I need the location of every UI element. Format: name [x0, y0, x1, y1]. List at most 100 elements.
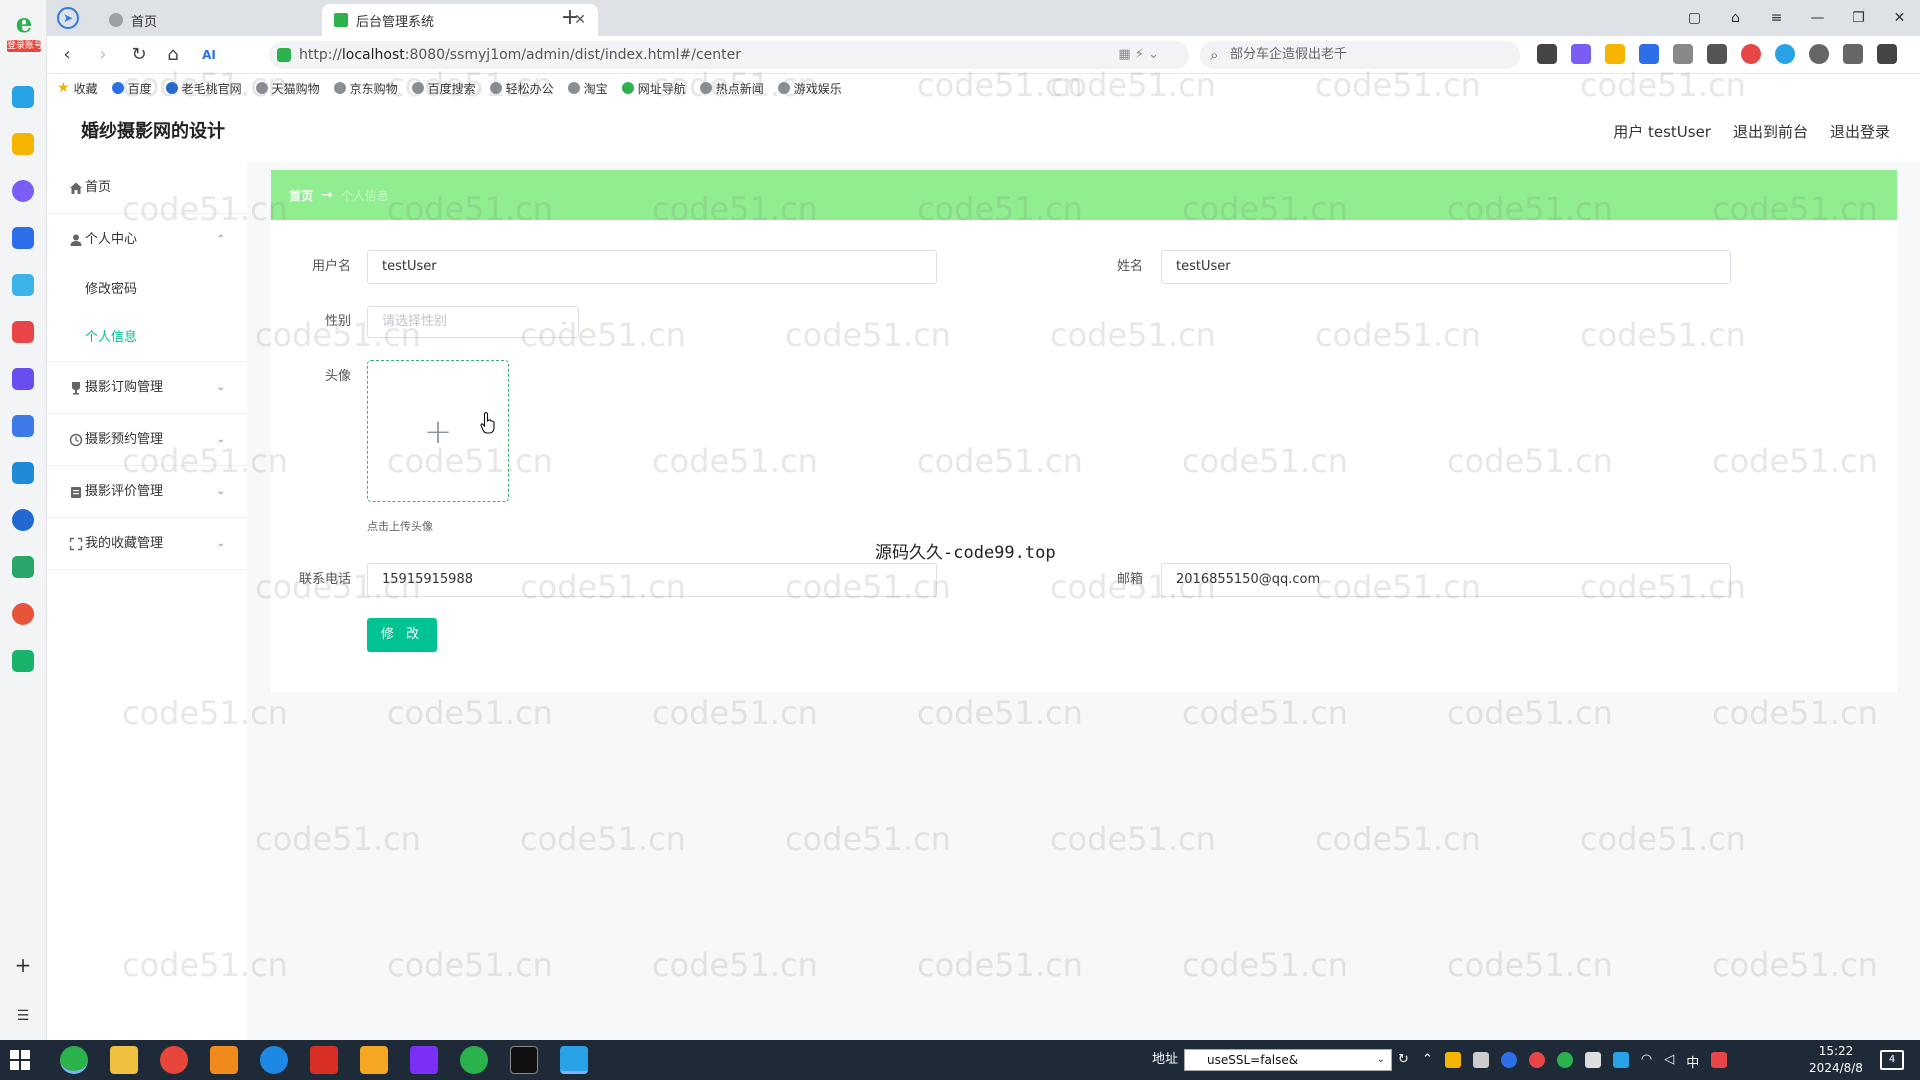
grid-icon[interactable] [1707, 44, 1727, 64]
sidebar-subitem-change-password[interactable]: 修改密码 [47, 266, 247, 314]
navicat-icon[interactable] [360, 1046, 388, 1074]
rail-add-icon[interactable]: + [12, 954, 34, 976]
browser-app-icon[interactable] [60, 1046, 88, 1074]
rail-chat-icon[interactable] [12, 509, 34, 531]
address-bar[interactable]: http://localhost:8080/ssmyj1om/admin/dis… [269, 41, 1189, 69]
chevron-up-icon[interactable]: ⌃ [1422, 1052, 1433, 1068]
bookmark-favorites[interactable]: ★ 收藏 [57, 80, 98, 97]
submit-button[interactable]: 修 改 [367, 618, 437, 652]
rail-ai-icon[interactable] [12, 180, 34, 202]
rail-favorites-icon[interactable] [12, 133, 34, 155]
sublime-icon[interactable] [210, 1046, 238, 1074]
main-menu-icon[interactable] [1877, 44, 1897, 64]
edge-icon[interactable] [260, 1046, 288, 1074]
login-account-tag[interactable]: 登录账号 [7, 40, 41, 52]
username-input[interactable]: testUser [367, 250, 937, 284]
bookmark-taobao[interactable]: 淘宝 [567, 80, 608, 97]
color-ring-icon[interactable] [1741, 44, 1761, 64]
sync-icon[interactable] [1775, 44, 1795, 64]
rail-game-icon[interactable] [12, 556, 34, 578]
shield-ext-icon[interactable] [1605, 44, 1625, 64]
sogou-input-icon[interactable] [1711, 1052, 1728, 1068]
bookmark-laomaotao[interactable]: 老毛桃官网 [165, 80, 242, 97]
restore-button[interactable]: ❐ [1838, 0, 1879, 36]
undo-icon[interactable] [1843, 44, 1863, 64]
bookmark-baidu[interactable]: 百度 [111, 80, 152, 97]
tray-security-icon[interactable] [1500, 1052, 1517, 1068]
browser-logo-icon[interactable]: e 登录账号 [7, 10, 41, 56]
volume-icon[interactable]: ◁ [1664, 1052, 1674, 1068]
rail-notes-icon[interactable] [12, 415, 34, 437]
file-explorer-icon[interactable] [110, 1046, 138, 1074]
exit-to-front-link[interactable]: 退出到前台 [1733, 102, 1808, 162]
navigation-compass-icon[interactable]: ➤ [57, 7, 79, 29]
sidebar-item-home[interactable]: 首页 [47, 162, 247, 214]
reload-icon[interactable]: ↻ [127, 44, 151, 66]
breadcrumb-home[interactable]: 首页 [289, 187, 313, 204]
brightness-icon[interactable] [1809, 44, 1829, 64]
bookmark-news[interactable]: 热点新闻 [699, 80, 764, 97]
close-window-button[interactable]: ✕ [1879, 0, 1920, 36]
rail-doc-icon[interactable] [12, 462, 34, 484]
bookmark-games[interactable]: 游戏娱乐 [777, 80, 842, 97]
rail-app-icon[interactable] [12, 86, 34, 108]
phone-input[interactable]: 15915915988 [367, 563, 937, 597]
wechat-icon[interactable] [460, 1046, 488, 1074]
rail-weibo-icon[interactable] [12, 603, 34, 625]
taskbar-clock[interactable]: 15:22 2024/8/8 [1800, 1043, 1872, 1077]
pin-icon[interactable]: ⌂ [1715, 0, 1756, 36]
sidebar-item-booking-mgmt[interactable]: 摄影预约管理 ⌄ [47, 414, 247, 466]
tray-wechat-icon[interactable] [1556, 1052, 1573, 1068]
search-box[interactable]: ⌕ 部分车企造假出老千 [1200, 41, 1520, 69]
sidebar-item-favorite-mgmt[interactable]: 我的收藏管理 ⌄ [47, 518, 247, 570]
forward-icon[interactable]: › [91, 44, 115, 66]
tray-app-icon[interactable] [1528, 1052, 1545, 1068]
ai-assistant-icon[interactable]: AI [197, 44, 221, 66]
bookmark-jd[interactable]: 京东购物 [333, 80, 398, 97]
rail-video-icon[interactable] [12, 368, 34, 390]
rail-image-icon[interactable] [12, 274, 34, 296]
sidebar-subitem-personal-info[interactable]: 个人信息 [47, 314, 247, 362]
rail-mail-icon[interactable] [12, 650, 34, 672]
avatar-uploader[interactable]: + [367, 360, 509, 502]
bookmark-office[interactable]: 轻松办公 [489, 80, 554, 97]
minimize-button[interactable]: — [1797, 0, 1838, 36]
rail-pdf-icon[interactable] [12, 321, 34, 343]
email-input[interactable]: 2016855150@qq.com [1161, 563, 1731, 597]
wps-icon[interactable] [310, 1046, 338, 1074]
sidebar-item-review-mgmt[interactable]: 摄影评价管理 ⌄ [47, 466, 247, 518]
url-text[interactable]: http://localhost:8080/ssmyj1om/admin/dis… [299, 41, 741, 69]
tray-app-icon[interactable] [1612, 1052, 1629, 1068]
logout-link[interactable]: 退出登录 [1830, 102, 1890, 162]
terminal-icon[interactable] [510, 1046, 538, 1074]
windows-start-icon[interactable] [10, 1050, 30, 1070]
bookmark-nav[interactable]: 网址导航 [621, 80, 686, 97]
bookmark-tmall[interactable]: 天猫购物 [255, 80, 320, 97]
url-actions[interactable]: ▦ ⚡ ⌄ [1118, 41, 1159, 69]
gender-select[interactable]: 请选择性别 ⌄ [367, 306, 579, 338]
notification-icon[interactable]: 4 [1880, 1050, 1904, 1070]
scissors-icon[interactable] [1537, 44, 1557, 64]
back-icon[interactable]: ‹ [55, 44, 79, 66]
ime-indicator[interactable]: 中 [1686, 1052, 1699, 1071]
tray-device-icon[interactable] [1584, 1052, 1601, 1068]
translate-icon[interactable] [1571, 44, 1591, 64]
search-suggestion[interactable]: 部分车企造假出老千 [1230, 41, 1347, 69]
puzzle-icon[interactable] [1673, 44, 1693, 64]
bookmark-baidu-search[interactable]: 百度搜索 [411, 80, 476, 97]
wifi-icon[interactable]: ◠ [1641, 1052, 1652, 1068]
sidebar-item-personal-center[interactable]: 个人中心 ⌃ [47, 214, 247, 266]
tray-app-icon[interactable] [1444, 1052, 1461, 1068]
refresh-icon[interactable]: ↻ [1398, 1049, 1409, 1071]
name-input[interactable]: testUser [1161, 250, 1731, 284]
new-tab-button[interactable]: + [557, 5, 583, 30]
tab-count-icon[interactable]: ▢ [1674, 0, 1715, 36]
intellij-icon[interactable] [410, 1046, 438, 1074]
window-menu-icon[interactable]: ≡ [1756, 0, 1797, 36]
rail-ai-doc-icon[interactable] [12, 227, 34, 249]
home-icon[interactable]: ⌂ [161, 44, 185, 66]
rail-menu-icon[interactable]: ☰ [12, 1005, 34, 1027]
magnifier-icon[interactable] [1639, 44, 1659, 64]
chrome-icon[interactable] [160, 1046, 188, 1074]
app-window-icon[interactable] [560, 1046, 588, 1074]
